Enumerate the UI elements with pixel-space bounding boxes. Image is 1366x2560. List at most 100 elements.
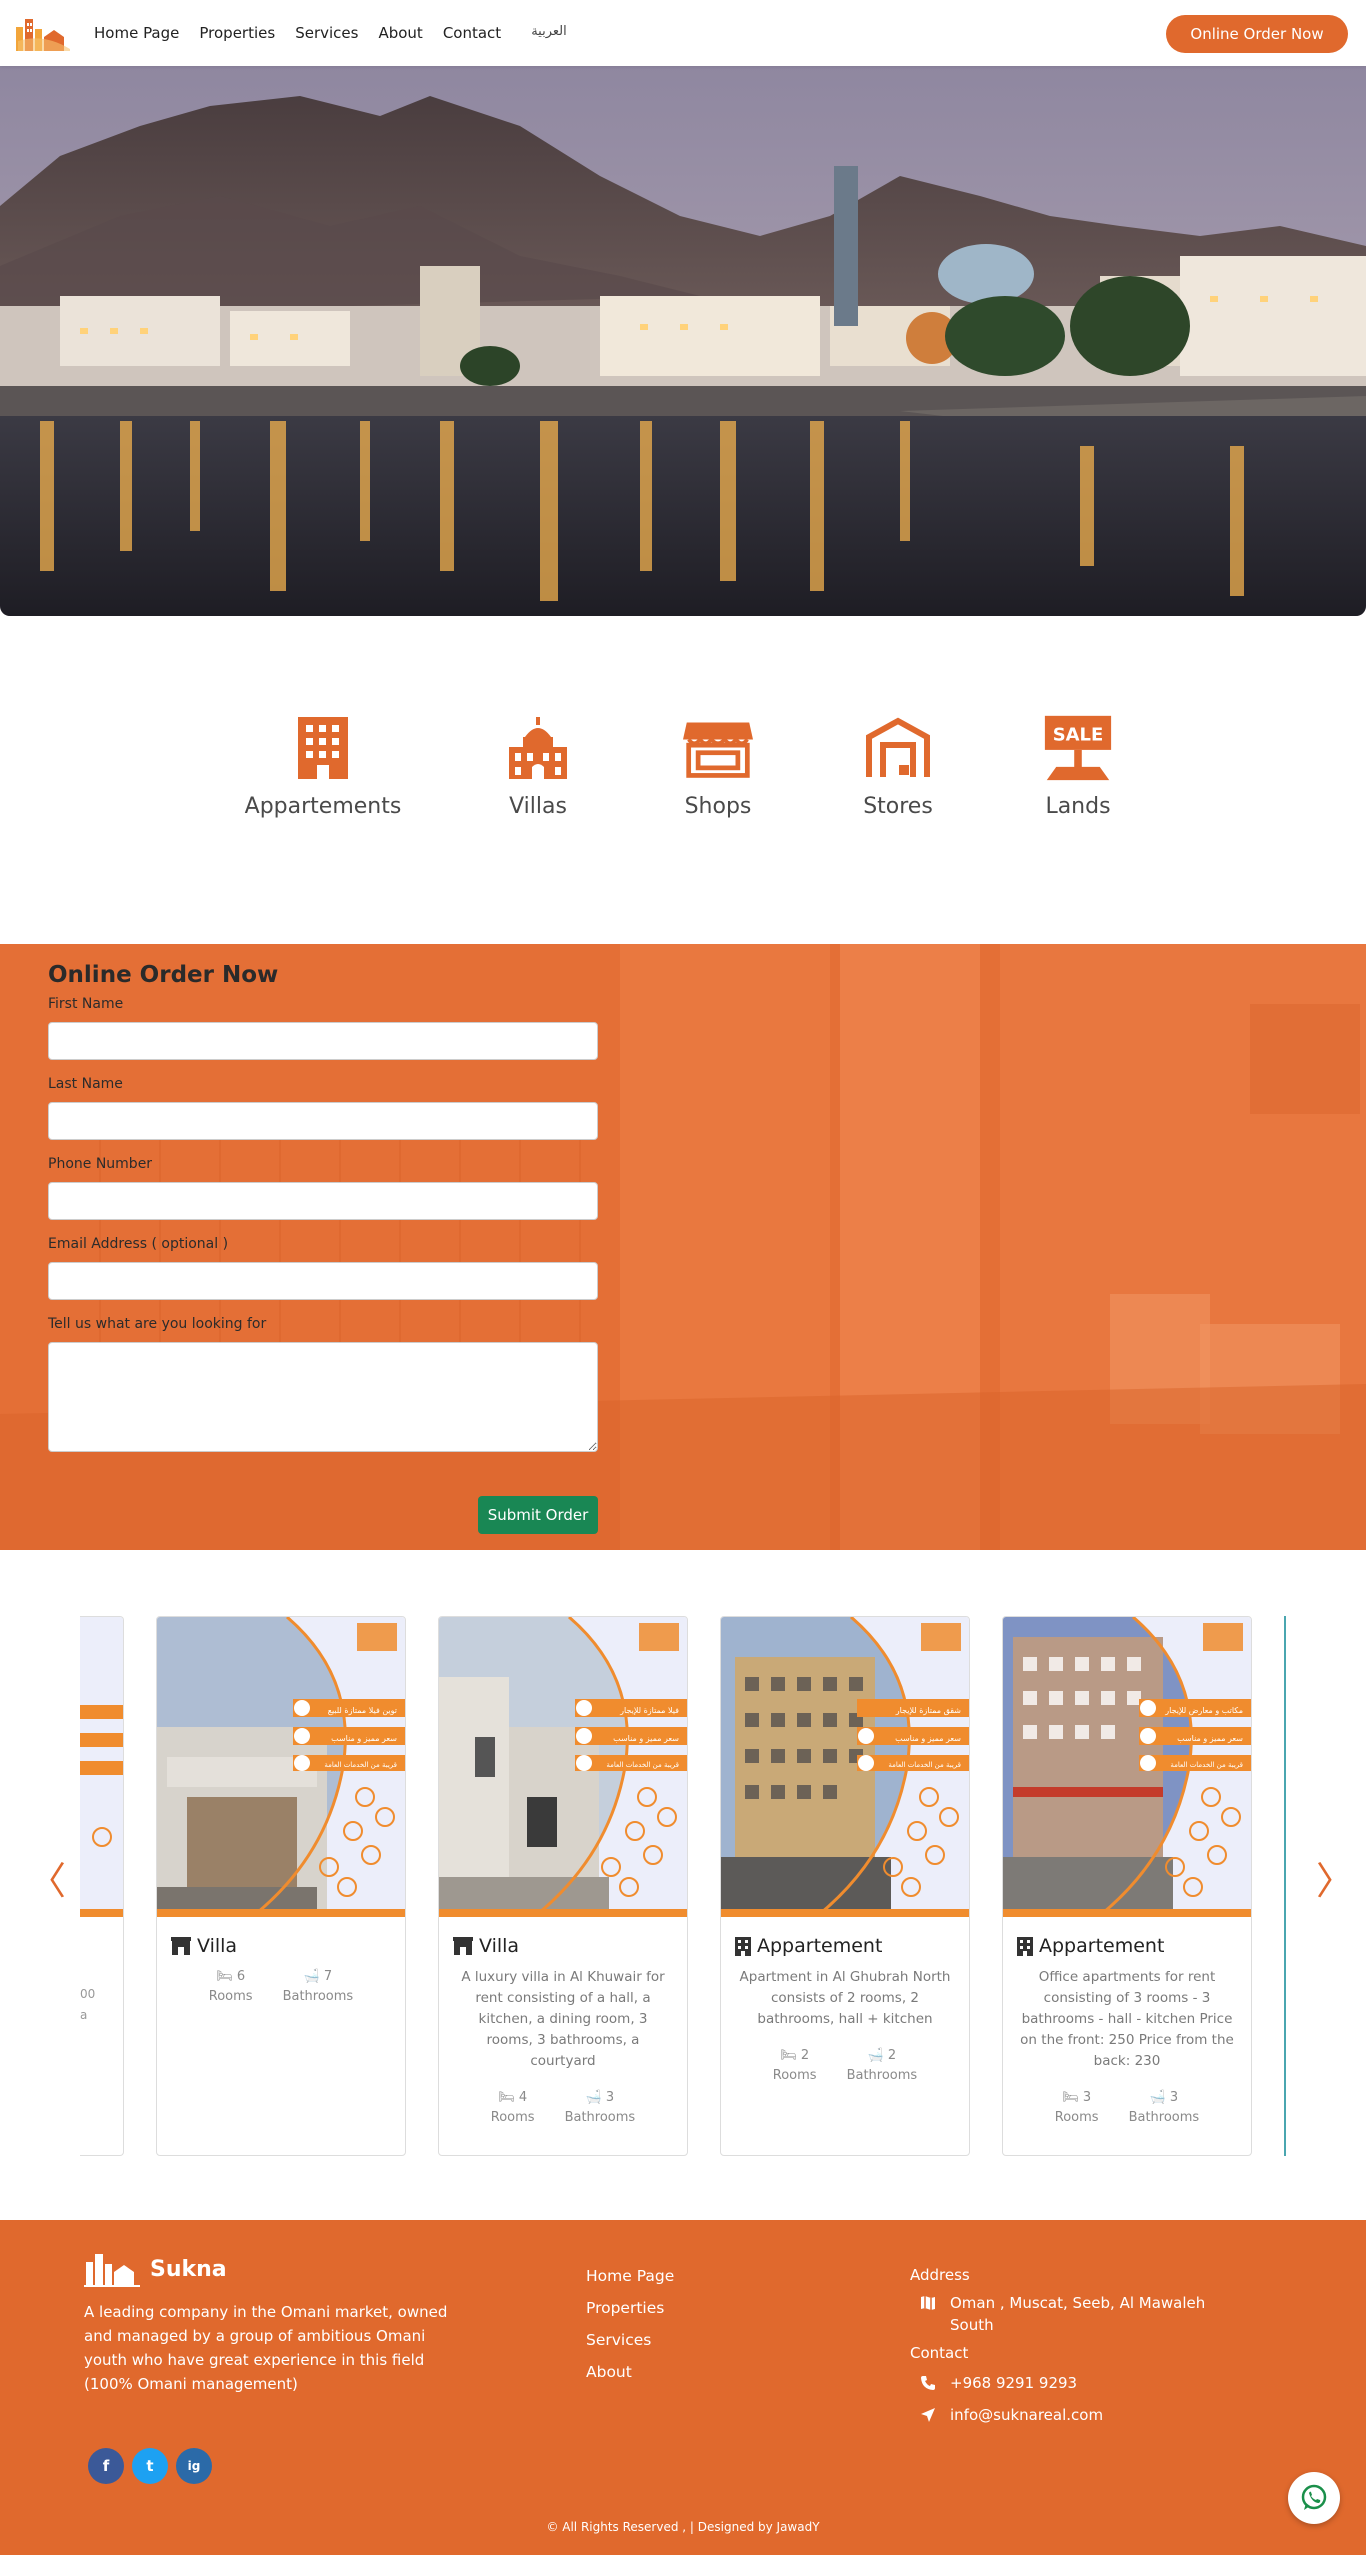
flyer-banner-text: توين فيلا ممتازة للبيع [328,1706,397,1715]
flyer-banner-text: فيلا ممتازة للإيجار [619,1706,679,1716]
rooms-label: Rooms [1054,2110,1099,2125]
footer-link-properties[interactable]: Properties [586,2298,674,2318]
phone-row[interactable]: +968 9291 9293 [920,2372,1250,2394]
footer-link-about[interactable]: About [586,2362,674,2382]
flyer-banner-text: شقق ممتازة للإيجار [895,1706,962,1716]
footer-link-services[interactable]: Services [586,2330,674,2350]
whatsapp-button[interactable] [1288,2472,1340,2524]
rooms-label: Rooms [208,1989,253,2004]
property-flyer-image: فيلا ممتازة للإيجار سعر مميز و مناسب قري… [439,1617,687,1917]
flyer-banner-text: قريبة من الخدمات العامة [888,1761,961,1769]
property-card[interactable]: فيلا ممتازة للإيجار سعر مميز و مناسب قري… [438,1616,688,2156]
online-order-section: Online Order Now First Name Last Name Ph… [0,944,1366,1550]
nav-links: Home Page Properties Services About Cont… [94,24,501,42]
message-textarea[interactable] [48,1342,598,1452]
flyer-banner-text: قريبة من الخدمات العامة [324,1761,397,1769]
message-label: Tell us what are you looking for [48,1316,267,1332]
category-stores[interactable]: Stores [803,712,993,819]
rooms-count: 4 [518,2090,528,2105]
bathrooms-info: 🛁 7 Bathrooms [283,1967,354,2007]
flyer-banner-text: سعر مميز و مناسب [331,1734,397,1743]
properties-carousel: 〈 〉 00 a توين فيلا ممتازة للبيع سعر مميز… [0,1550,1366,2220]
nav-link-home[interactable]: Home Page [94,24,179,42]
email-input[interactable] [48,1262,598,1300]
first-name-input[interactable] [48,1022,598,1060]
facebook-icon[interactable]: f [88,2448,124,2484]
email-label: Email Address ( optional ) [48,1236,229,1252]
bathrooms-count: 2 [887,2048,897,2063]
nav-link-properties[interactable]: Properties [199,24,275,42]
category-shops[interactable]: Shops [623,712,813,819]
property-description: Apartment in Al Ghubrah North consists o… [739,1969,951,2027]
nav-link-services[interactable]: Services [295,24,358,42]
top-navbar: Home Page Properties Services About Cont… [0,0,1366,66]
footer-nav: Home Page Properties Services About [586,2266,674,2382]
bath-icon: 🛁 [867,2048,884,2063]
bathrooms-count: 3 [1169,2090,1179,2105]
footer-link-home[interactable]: Home Page [586,2266,674,2286]
address-title: Address [910,2266,970,2284]
property-type: Villa [479,1935,520,1957]
rooms-info: 🛏 3 Rooms [1055,2088,1099,2128]
villa-icon [453,1937,473,1955]
last-name-input[interactable] [48,1102,598,1140]
property-type: Villa [197,1935,238,1957]
category-label: Villas [509,794,567,819]
partial-card-left: 00 a [80,1616,124,2156]
sukna-logo-icon [84,2254,140,2287]
submit-order-button[interactable]: Submit Order [478,1496,598,1534]
instagram-icon[interactable]: ig [176,2448,212,2484]
category-appartements[interactable]: Appartements [228,712,418,819]
rooms-label: Rooms [772,2068,817,2083]
property-card[interactable]: مكاتب و معارض للإيجار سعر مميز و مناسب ق… [1002,1616,1252,2156]
property-title: Villa [171,1935,405,1957]
bathrooms-label: Bathrooms [1128,2110,1200,2125]
phone-input[interactable] [48,1182,598,1220]
twitter-icon[interactable]: t [132,2448,168,2484]
flyer-banner-text: سعر مميز و مناسب [613,1734,679,1743]
bathrooms-info: 🛁 2 Bathrooms [847,2046,918,2086]
language-switch[interactable]: العربية [531,24,567,39]
category-label: Lands [1045,794,1111,819]
bathrooms-label: Bathrooms [564,2110,636,2125]
rooms-label: Rooms [490,2110,535,2125]
bed-icon: 🛏 [1062,2090,1079,2105]
first-name-label: First Name [48,996,124,1012]
property-title: Villa [453,1935,687,1957]
flyer-banner-text: قريبة من الخدمات العامة [1170,1761,1243,1769]
address-text: Oman , Muscat, Seeb, Al Mawaleh South [950,2294,1206,2334]
category-label: Appartements [244,794,402,819]
social-links: f t ig [88,2448,212,2484]
rooms-count: 2 [800,2048,810,2063]
bath-icon: 🛁 [585,2090,602,2105]
property-flyer-image: توين فيلا ممتازة للبيع سعر مميز و مناسب … [157,1617,405,1917]
nav-link-contact[interactable]: Contact [443,24,501,42]
category-lands[interactable]: SALE Lands [983,712,1173,819]
category-villas[interactable]: Villas [443,712,633,819]
contact-title: Contact [910,2344,969,2362]
carousel-next-button[interactable]: 〉 [1316,1850,1354,1905]
property-meta: 🛏 6 Rooms 🛁 7 Bathrooms [157,1967,405,2007]
address-row: Oman , Muscat, Seeb, Al Mawaleh South [920,2292,1250,2336]
online-order-button[interactable]: Online Order Now [1166,15,1348,53]
rooms-count: 3 [1082,2090,1092,2105]
carousel-prev-button[interactable]: 〈 [28,1850,66,1905]
sukna-logo[interactable] [14,13,72,53]
category-label: Stores [863,794,933,819]
nav-link-about[interactable]: About [378,24,422,42]
property-type: Appartement [1039,1935,1165,1957]
order-form: Online Order Now First Name Last Name Ph… [48,962,600,1452]
email-row[interactable]: info@suknareal.com [920,2404,1250,2426]
building-icon [735,1936,751,1956]
phone-label: Phone Number [48,1156,153,1172]
flyer-banner-text: سعر مميز و مناسب [895,1734,961,1743]
sale-sign-text: SALE [1053,724,1104,745]
bath-icon: 🛁 [1149,2090,1166,2105]
property-card[interactable]: شقق ممتازة للإيجار سعر مميز و مناسب قريب… [720,1616,970,2156]
building-icon [288,712,358,784]
flyer-banner-text: مكاتب و معارض للإيجار [1164,1706,1243,1716]
category-label: Shops [684,794,752,819]
bathrooms-info: 🛁 3 Bathrooms [565,2088,636,2128]
rooms-info: 🛏 4 Rooms [491,2088,535,2128]
property-card[interactable]: توين فيلا ممتازة للبيع سعر مميز و مناسب … [156,1616,406,2156]
